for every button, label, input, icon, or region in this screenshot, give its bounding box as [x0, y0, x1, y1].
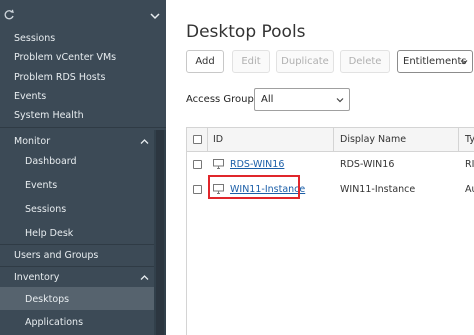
- row-checkbox[interactable]: [193, 160, 202, 169]
- chevron-up-icon[interactable]: [140, 274, 149, 281]
- delete-button[interactable]: Delete: [340, 50, 390, 73]
- pool-type: RI: [465, 159, 474, 170]
- pool-id-link[interactable]: RDS-WIN16: [230, 159, 284, 170]
- sidebar-item-monitor-sessions[interactable]: Sessions: [25, 204, 66, 215]
- entitlements-label: Entitlements: [403, 56, 467, 67]
- sidebar-topbar: [0, 0, 166, 28]
- sidebar-item-users-and-groups[interactable]: Users and Groups: [14, 250, 98, 261]
- pool-display-name: RDS-WIN16: [340, 159, 395, 170]
- column-divider: [207, 128, 208, 152]
- sidebar-item-problem-rds-hosts[interactable]: Problem RDS Hosts: [14, 72, 105, 83]
- sidebar-section-monitor[interactable]: Monitor: [14, 136, 50, 147]
- sidebar-item-applications[interactable]: Applications: [25, 317, 83, 328]
- sidebar-item-monitor-events[interactable]: Events: [25, 180, 57, 191]
- select-all-checkbox[interactable]: [193, 135, 202, 144]
- pool-type: Au: [465, 184, 474, 195]
- sidebar-divider: [0, 244, 166, 245]
- sidebar-item-active-bg: [0, 287, 154, 310]
- sidebar-item-problem-vcenter-vms[interactable]: Problem vCenter VMs: [14, 52, 116, 63]
- sidebar-item-desktops[interactable]: Desktops: [25, 294, 69, 305]
- chevron-up-icon[interactable]: [140, 138, 149, 145]
- sidebar-divider: [0, 266, 166, 267]
- desktop-pools-table: ID Display Name Ty RDS-WIN16 RDS-WIN16 R…: [186, 127, 474, 335]
- edit-button[interactable]: Edit: [232, 50, 270, 73]
- entitlements-dropdown[interactable]: Entitlements: [397, 50, 473, 73]
- add-button[interactable]: Add: [186, 50, 224, 73]
- pool-display-name: WIN11-Instance: [340, 184, 416, 195]
- row-checkbox[interactable]: [193, 185, 202, 194]
- desktop-monitor-icon: [213, 159, 224, 169]
- chevron-down-icon: [336, 98, 344, 103]
- sidebar: Sessions Problem vCenter VMs Problem RDS…: [0, 0, 166, 335]
- sidebar-section-inventory[interactable]: Inventory: [14, 272, 59, 283]
- table-header: ID Display Name Ty: [187, 128, 474, 152]
- duplicate-button[interactable]: Duplicate: [276, 50, 334, 73]
- column-header-type[interactable]: Ty: [465, 134, 474, 145]
- refresh-icon[interactable]: [3, 9, 15, 21]
- highlight-box: [208, 175, 300, 199]
- access-group-select[interactable]: All: [254, 88, 350, 111]
- access-group-label: Access Group: [186, 94, 254, 105]
- chevron-down-icon: [460, 60, 468, 65]
- column-divider[interactable]: [458, 128, 459, 152]
- chevron-down-icon[interactable]: [150, 12, 160, 20]
- sidebar-item-system-health[interactable]: System Health: [14, 110, 84, 121]
- sidebar-divider: [0, 127, 166, 128]
- page-title: Desktop Pools: [186, 22, 306, 42]
- column-header-display-name[interactable]: Display Name: [340, 134, 406, 145]
- sidebar-scrollbar-thumb[interactable]: [156, 130, 164, 335]
- sidebar-item-events[interactable]: Events: [14, 91, 46, 102]
- column-header-id[interactable]: ID: [213, 134, 223, 145]
- sidebar-item-dashboard[interactable]: Dashboard: [25, 156, 77, 167]
- sidebar-item-sessions[interactable]: Sessions: [14, 33, 55, 44]
- table-row[interactable]: RDS-WIN16 RDS-WIN16 RI: [187, 152, 474, 177]
- main-panel: Desktop Pools Add Edit Duplicate Delete …: [166, 0, 474, 335]
- access-group-value: All: [261, 94, 274, 105]
- sidebar-item-help-desk[interactable]: Help Desk: [25, 228, 73, 239]
- column-divider[interactable]: [333, 128, 334, 152]
